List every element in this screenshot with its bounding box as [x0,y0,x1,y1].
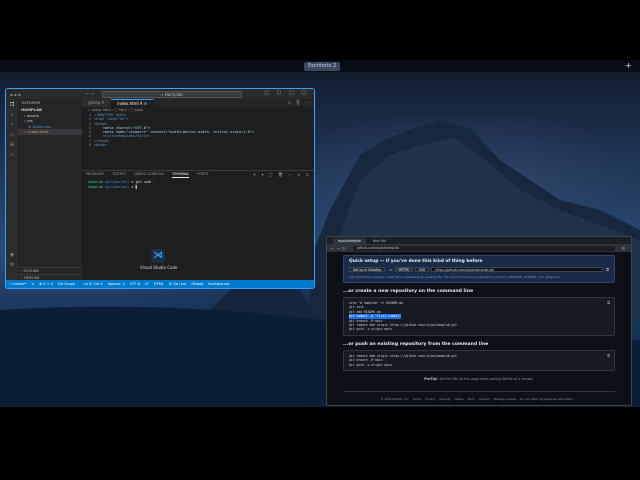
copy-icon[interactable]: ⧉ [607,300,610,305]
settings-gear-icon[interactable]: ⚙ [9,262,15,268]
code-line: git push -u origin main [349,362,392,367]
quick-setup-title: Quick setup — if you've done this kind o… [349,259,483,264]
panel-controls[interactable]: + ▾ ▢ 🗑 ⋯ ∧ × [253,172,314,177]
code-line: git push -u origin main [349,327,392,332]
footer-link[interactable]: Terms [413,397,421,401]
create-file-link[interactable]: creating a new file [372,275,400,279]
remote-icon[interactable]: ▭ [9,152,15,158]
nav-arrows-icon[interactable]: ← → [86,91,94,96]
activity-bar: ❐ ⌕ ⑂ ▷ ⊞ ▭ ◉ ⚙ [6,99,18,280]
footer-link[interactable]: Do not share my personal information [520,397,573,401]
clone-url-field[interactable]: https://github.com/rojas/hamplab.git [431,267,604,272]
menu-dots-icon[interactable]: ▪ ▪ ▪ [10,92,21,97]
tab-ports[interactable]: PORTS [197,171,208,178]
reload-icon[interactable]: ↻ [342,246,345,251]
footer-link[interactable]: Docs [468,397,475,401]
extensions-icon[interactable]: ⊞ [9,142,15,148]
footer-link[interactable]: Privacy [425,397,435,401]
github-footer: © 2024 GitHub, Inc. Terms Privacy Securi… [343,390,615,401]
status-eol[interactable]: LF [145,282,149,286]
explorer-sidebar: EXPLORER HAMPLAB › assets › css # styles… [18,99,82,280]
status-sync[interactable]: ↻ [31,282,34,286]
push-repo-code[interactable]: ⧉ git remote add origin https://github.c… [343,349,615,371]
desktop-background: Escritorio 2 + ▪ ▪ ▪ ← → ⌕ Hamplab ▢ ▢ ▢… [0,60,640,407]
upload-file-link[interactable]: uploading an existing file [404,275,442,279]
tab-debug-console[interactable]: DEBUG CONSOLE [134,171,164,178]
run-debug-icon[interactable]: ▷ [9,132,15,138]
copy-icon[interactable]: ⧉ [607,353,610,358]
footer-link[interactable]: Status [455,397,464,401]
footer-copyright: © 2024 GitHub, Inc. [380,396,409,401]
quick-setup-box: Quick setup — if you've done this kind o… [343,255,615,283]
outline-section[interactable]: › OUTLINE [18,267,82,273]
footer-link[interactable]: Contact [479,397,490,401]
dock-tooltip: Visual Studio Code [140,265,178,270]
terminal-line: hamplab git(master) ✗ ▌ [88,185,138,189]
browser-tab-github[interactable]: rojas/hamplab [333,238,366,244]
back-icon[interactable]: ← [331,246,334,251]
workspace-label[interactable]: Escritorio 2 [304,62,341,71]
editor-actions[interactable]: ▷ ⎘ ⋯ [288,99,314,107]
browser-tab-new[interactable]: New Tab [368,238,391,244]
editor-tabs: gitosp A index.html A × ▷ ⎘ ⋯ [82,99,314,107]
vscode-dock-icon[interactable]: ⋊ [151,249,165,263]
top-bar: Escritorio 2 + [0,60,640,72]
code-line-highlighted: git commit -m "first commit" [349,314,402,319]
https-toggle[interactable]: HTTPS [394,267,413,272]
tab-gitosp[interactable]: gitosp A [82,99,112,107]
status-reload[interactable]: Reload [191,282,203,286]
browser-menu-icon[interactable]: ☰ [621,246,625,251]
status-background[interactable]: Background [208,282,229,286]
account-icon[interactable]: ◉ [9,252,15,258]
ssh-toggle[interactable]: SSH [414,267,430,272]
status-encoding[interactable]: UTF-8 [130,282,140,286]
address-bar[interactable]: github.com/rojas/hamplab [353,245,616,251]
create-repo-code[interactable]: ⧉ echo "# hamplab" >> README.md git init… [343,297,615,336]
bottom-panel: PROBLEMS OUTPUT DEBUG CONSOLE TERMINAL P… [82,170,314,280]
code-line: 8 <body> [88,143,107,148]
search-icon[interactable]: ⌕ [9,112,15,118]
github-page: Quick setup — if you've done this kind o… [327,252,631,404]
status-go-live[interactable]: ⦿ Go Live [169,282,187,287]
explorer-icon[interactable]: ❐ [9,102,15,108]
tree-item-index[interactable]: ‹› index.html [18,129,82,135]
create-repo-title: ...or create a new repository on the com… [343,289,474,294]
tab-problems[interactable]: PROBLEMS [86,171,105,178]
status-problems[interactable]: ⊗ 0 ⚠ 0 [39,282,53,286]
copy-icon[interactable]: ⧉ [606,267,609,272]
status-language[interactable]: HTML [154,282,164,286]
terminal[interactable]: hamplab git(master) ✗ git add . hamplab … [82,178,314,192]
push-repo-title: ...or push an existing repository from t… [343,341,489,347]
status-branch[interactable]: ⑂ master* [9,282,26,286]
footer-link[interactable]: Manage cookies [493,397,516,401]
status-spaces[interactable]: Spaces: 4 [108,282,125,286]
forward-icon[interactable]: → [336,246,339,251]
panel-tabs: PROBLEMS OUTPUT DEBUG CONSOLE TERMINAL P… [82,171,314,178]
tab-index-html[interactable]: index.html A × [111,99,155,107]
protip: ProTip! Use the URL for this page when a… [424,376,534,381]
status-git-graph[interactable]: Git Graph [58,282,75,286]
command-center-search[interactable]: ⌕ Hamplab [102,90,242,98]
tab-output[interactable]: OUTPUT [113,171,127,178]
tab-terminal[interactable]: TERMINAL [172,171,190,178]
setup-desktop-button[interactable]: Set up in Desktop [349,267,386,272]
layout-controls[interactable]: ▢ ▢ ▢ ▢ [264,90,309,96]
status-bar: ⑂ master* ↻ ⊗ 0 ⚠ 0 Git Graph Ln 8, Col … [6,280,314,288]
status-position[interactable]: Ln 8, Col 5 [84,282,103,286]
browser-tabs: rojas/hamplab New Tab [327,237,631,244]
or-label: or [389,267,393,272]
code-editor[interactable]: 1 <!DOCTYPE html> 2 <html lang="en"> 3 <hea… [82,113,314,161]
explorer-header: EXPLORER [22,101,41,105]
source-control-icon[interactable]: ⑂ [9,122,15,128]
vscode-titlebar: ▪ ▪ ▪ ← → ⌕ Hamplab ▢ ▢ ▢ ▢ [6,89,314,99]
browser-toolbar: ← → ↻ github.com/rojas/hamplab ☰ [327,244,631,252]
add-workspace-button[interactable]: + [625,61,632,71]
quick-setup-hint: Get started by creating a new file or up… [349,275,560,279]
footer-link[interactable]: Security [439,397,451,401]
editor-area: gitosp A index.html A × ▷ ⎘ ⋯ ‹› index.h… [82,99,314,280]
browser-window: rojas/hamplab New Tab ← → ↻ github.com/r… [326,236,632,406]
